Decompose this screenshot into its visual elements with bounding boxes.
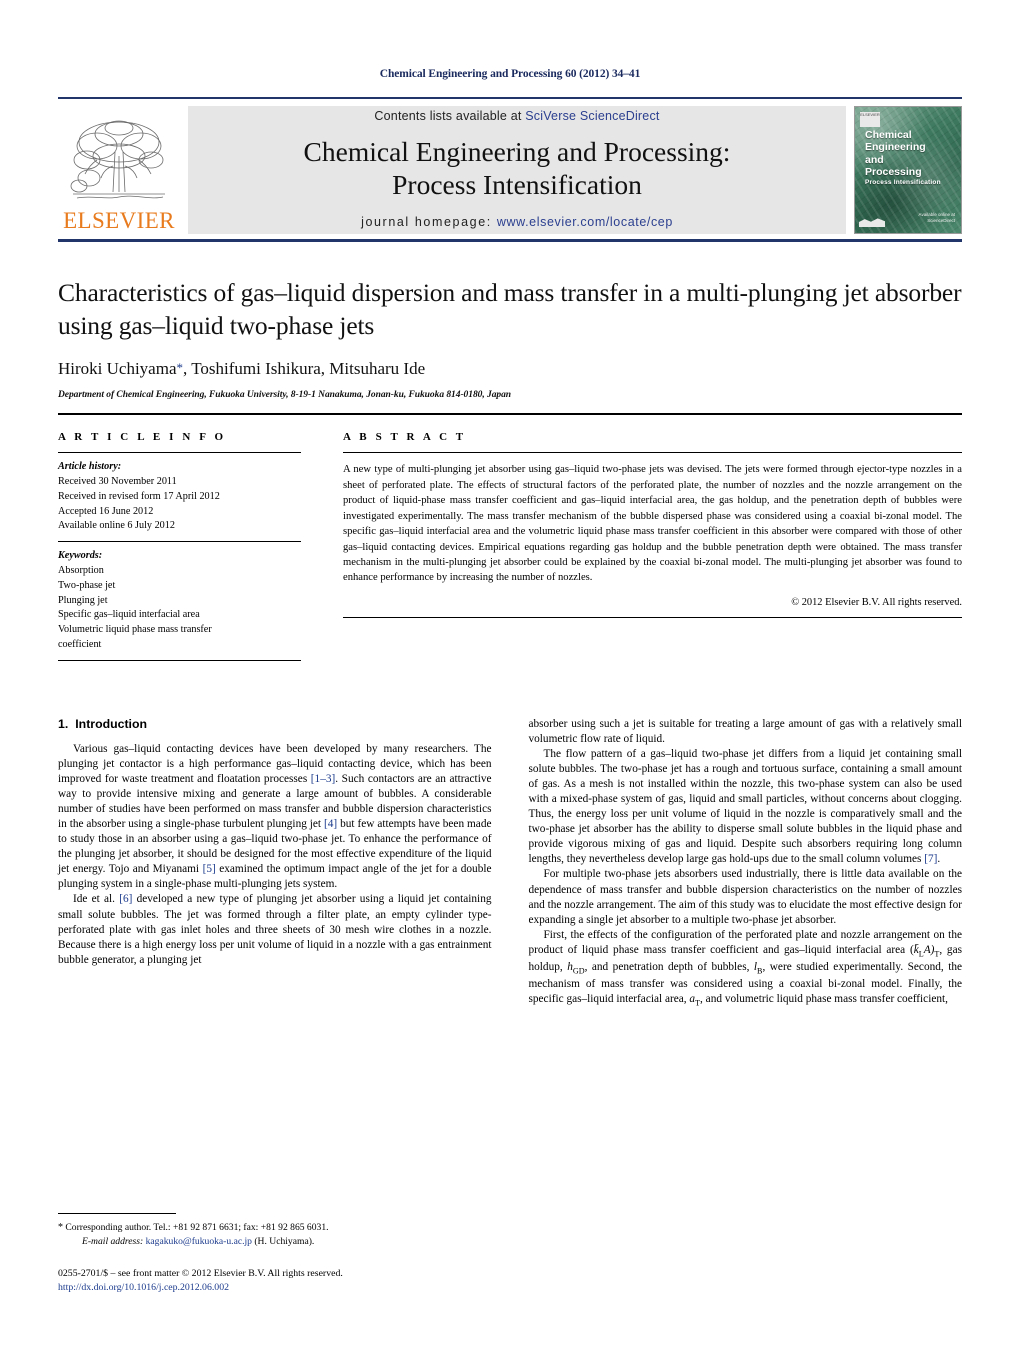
journal-cover-thumbnail[interactable]: ELSEVIER Chemical Engineering and Proces…: [854, 106, 962, 234]
footnote-area: * Corresponding author. Tel.: +81 92 871…: [58, 1213, 488, 1295]
article-info-body: Article history: Received 30 November 20…: [58, 453, 301, 661]
history-item: Available online 6 July 2012: [58, 520, 175, 532]
info-abstract-row: A R T I C L E I N F O Article history: R…: [58, 431, 962, 661]
sciencedirect-link[interactable]: SciVerse ScienceDirect: [525, 109, 659, 123]
citation-ref[interactable]: [6]: [119, 893, 132, 905]
article-history-label: Article history:: [58, 461, 122, 473]
history-item: Received 30 November 2011: [58, 476, 177, 488]
affiliation: Department of Chemical Engineering, Fuku…: [58, 390, 512, 401]
para-text: The flow pattern of a gas–liquid two-pha…: [528, 747, 963, 866]
keyword-item: Absorption: [58, 564, 104, 576]
keywords-label: Keywords:: [58, 550, 103, 562]
cover-title-line-1: Chemical: [865, 129, 912, 141]
cover-subtitle: Process Intensification: [865, 179, 941, 186]
keywords-group: Keywords: Absorption Two-phase jet Plung…: [58, 542, 301, 659]
keyword-item: Volumetric liquid phase mass transfer: [58, 624, 212, 636]
corresponding-author-text: Corresponding author. Tel.: +81 92 871 6…: [63, 1222, 329, 1234]
paragraph: For multiple two-phase jets absorbers us…: [528, 868, 963, 926]
symbol-a: A): [923, 943, 935, 956]
cover-footer-line-2: ScienceDirect: [927, 218, 955, 224]
citation-ref[interactable]: [4]: [324, 818, 337, 830]
body-column-left: 1. Introduction Various gas–liquid contac…: [58, 717, 492, 1010]
journal-title-line-2: Process Intensification: [392, 168, 642, 200]
authors-remaining: , Toshifumi Ishikura, Mitsuharu Ide: [183, 359, 426, 379]
abstract-text: A new type of multi-plunging jet absorbe…: [343, 464, 962, 584]
running-head: Chemical Engineering and Processing 60 (…: [379, 68, 641, 80]
email-suffix: (H. Uchiyama).: [251, 1235, 315, 1247]
journal-band: Contents lists available at SciVerse Sci…: [188, 106, 846, 234]
section-number: 1.: [58, 716, 69, 731]
elsevier-logo: ELSEVIER: [58, 106, 180, 234]
contents-prefix: Contents lists available at: [374, 109, 526, 124]
divider-top: [58, 413, 962, 416]
section-title: Introduction: [75, 716, 147, 731]
history-item: Accepted 16 June 2012: [58, 505, 154, 517]
keyword-item: Plunging jet: [58, 594, 108, 606]
journal-homepage-url[interactable]: www.elsevier.com/locate/cep: [497, 215, 673, 229]
contents-lists-line: Contents lists available at SciVerse Sci…: [374, 109, 659, 123]
doi-link[interactable]: http://dx.doi.org/10.1016/j.cep.2012.06.…: [58, 1281, 488, 1295]
paragraph: Various gas–liquid contacting devices ha…: [58, 742, 492, 893]
email-link[interactable]: kagakuko@fukuoka-u.ac.jp: [146, 1236, 252, 1247]
article-page: Chemical Engineering and Processing 60 (…: [0, 0, 1020, 1351]
email-address-label: E-mail address:: [82, 1235, 144, 1247]
elsevier-wordmark: ELSEVIER: [63, 208, 175, 233]
history-item: Received in revised form 17 April 2012: [58, 490, 220, 502]
section-heading-introduction: 1. Introduction: [58, 717, 492, 731]
issn-line: 0255-2701/$ – see front matter © 2012 El…: [58, 1268, 343, 1280]
issn-copyright-block: 0255-2701/$ – see front matter © 2012 El…: [58, 1267, 488, 1295]
para-text: , and volumetric liquid phase mass trans…: [700, 993, 948, 1006]
cover-title-line-2: Engineering: [865, 141, 926, 154]
cover-footer-line-1: Available online at: [918, 211, 955, 217]
title-block: Characteristics of gas–liquid dispersion…: [58, 276, 962, 400]
paragraph: The flow pattern of a gas–liquid two-pha…: [529, 747, 963, 868]
abstract-heading: A B S T R A C T: [343, 431, 467, 444]
paragraph: First, the effects of the configuration …: [529, 928, 963, 1009]
paper-title: Characteristics of gas–liquid dispersion…: [58, 278, 962, 341]
article-history-group: Article history: Received 30 November 20…: [58, 453, 301, 541]
symbol-h-sub: GD: [572, 966, 585, 976]
journal-title: Chemical Engineering and Processing: Pro…: [304, 136, 731, 201]
para-text: Ide et al.: [73, 893, 120, 906]
journal-homepage-label: journal homepage:: [361, 214, 492, 229]
paragraph: Ide et al. [6] developed a new type of p…: [58, 892, 492, 967]
cover-title: Chemical Engineering and Processing: [865, 129, 955, 179]
para-text: First, the effects of the configuration …: [528, 928, 963, 956]
keyword-item: Specific gas–liquid interfacial area: [58, 609, 200, 621]
cover-title-line-4: Processing: [865, 166, 922, 179]
journal-title-line-1: Chemical Engineering and Processing:: [303, 136, 731, 168]
keyword-item: Two-phase jet: [58, 579, 116, 591]
paragraph: absorber using such a jet is suitable fo…: [528, 717, 963, 745]
article-info-column: A R T I C L E I N F O Article history: R…: [58, 431, 301, 661]
journal-homepage-line: journal homepage: www.elsevier.com/locat…: [361, 215, 673, 229]
article-info-heading: A R T I C L E I N F O: [58, 431, 227, 444]
citation-ref[interactable]: [5]: [203, 863, 216, 875]
body-column-right: absorber using such a jet is suitable fo…: [529, 717, 963, 1010]
keyword-item: coefficient: [58, 638, 102, 650]
cover-footer: Available online at ScienceDirect: [919, 212, 955, 226]
journal-masthead: ELSEVIER Contents lists available at Sci…: [58, 97, 962, 242]
abstract-bottom-rule: [343, 616, 962, 618]
body-columns: 1. Introduction Various gas–liquid contac…: [58, 717, 962, 1010]
citation-ref[interactable]: [1–3]: [311, 773, 335, 785]
cover-elsevier-badge: ELSEVIER: [860, 112, 880, 127]
corresponding-author-footnote: * Corresponding author. Tel.: +81 92 871…: [58, 1221, 488, 1248]
para-text: .: [937, 853, 941, 866]
article-info-bottom-rule: [58, 659, 301, 661]
cover-title-line-3: and: [865, 153, 884, 166]
elsevier-tree-icon: [70, 120, 165, 199]
author-first: Hiroki Uchiyama: [58, 359, 177, 379]
abstract-copyright: © 2012 Elsevier B.V. All rights reserved…: [791, 596, 962, 608]
citation-ref[interactable]: [7]: [924, 853, 937, 865]
footnote-rule: [58, 1213, 176, 1215]
para-text: , and penetration depth of bubbles,: [584, 960, 754, 973]
abstract-column: A B S T R A C T A new type of multi-plun…: [343, 431, 962, 660]
author-list: Hiroki Uchiyama*, Toshifumi Ishikura, Mi…: [58, 359, 962, 379]
